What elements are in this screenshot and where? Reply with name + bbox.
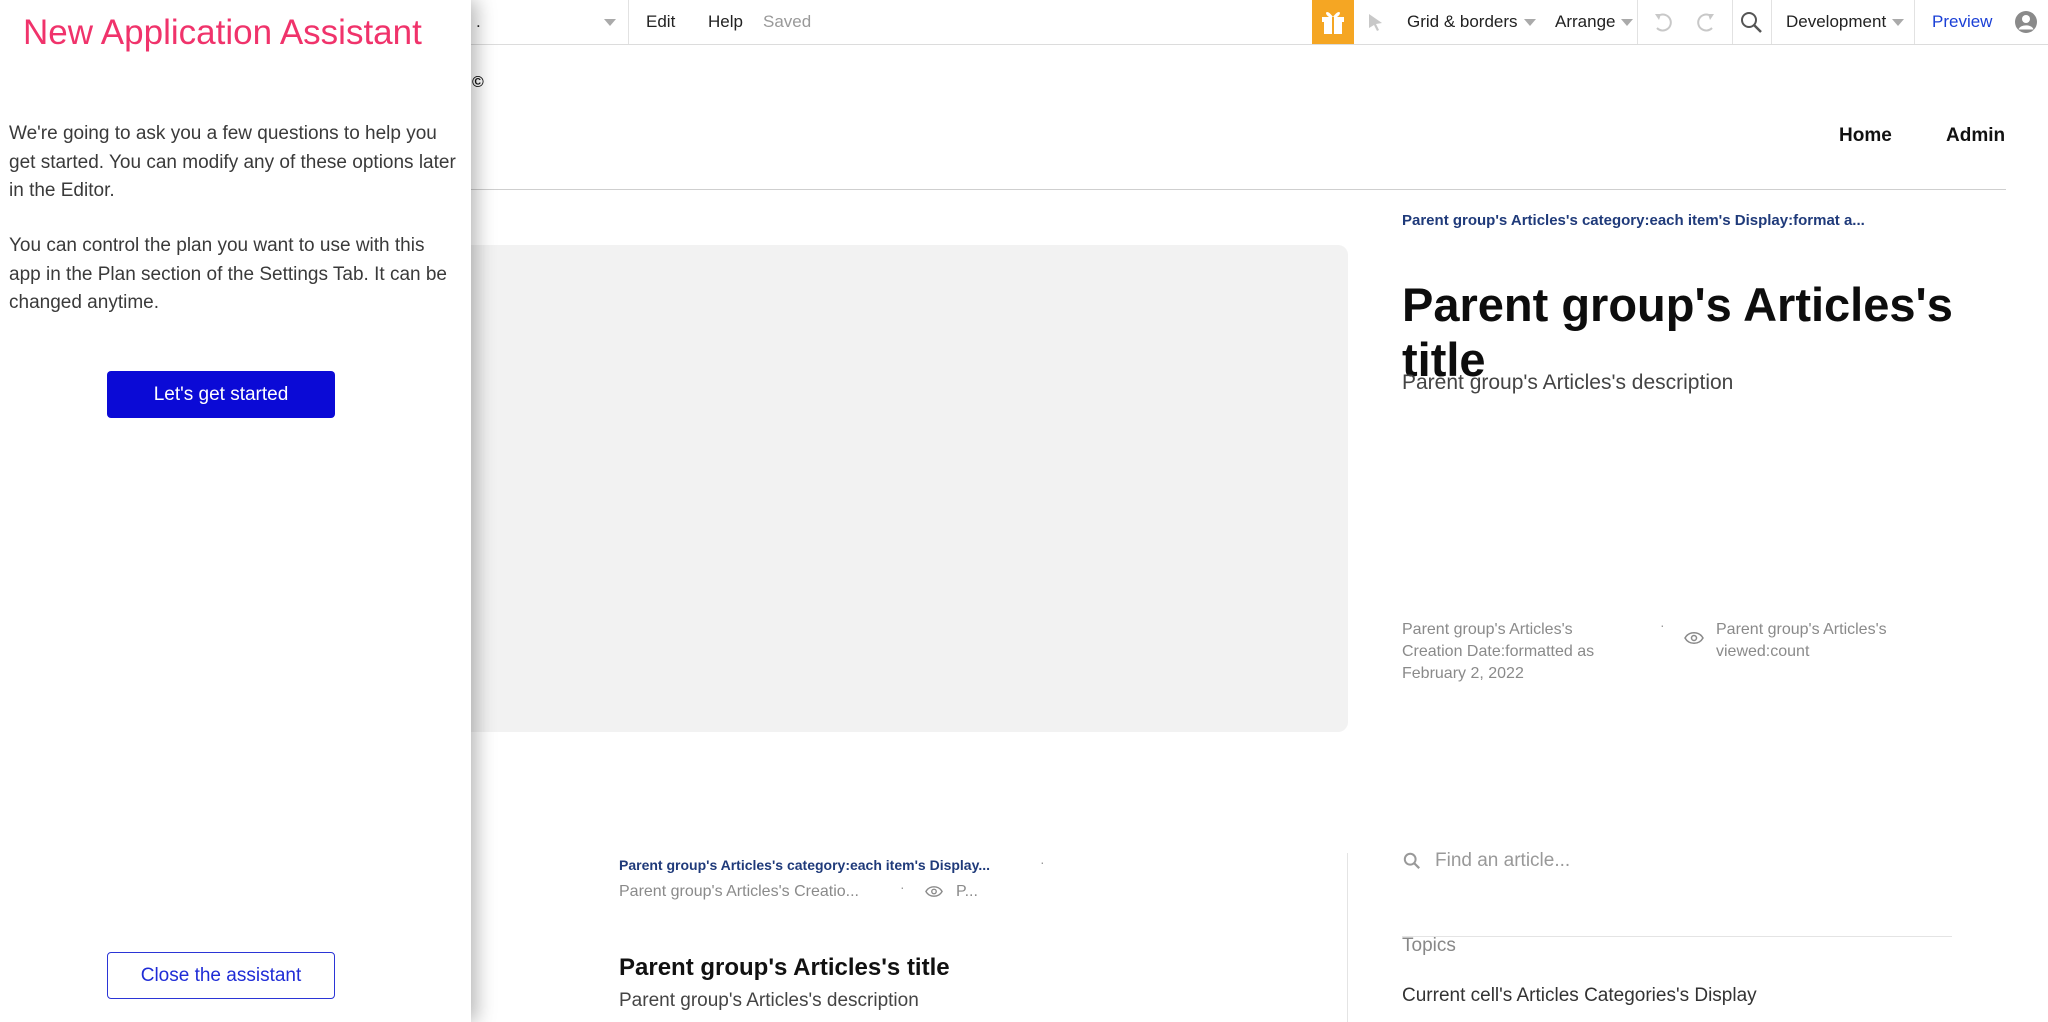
featured-creation-date: Parent group's Articles's Creation Date:… [1402,619,1632,685]
preview-button[interactable]: Preview [1932,0,1992,44]
featured-views: Parent group's Articles's viewed:count [1716,619,1946,663]
user-icon[interactable] [2014,10,2038,34]
list-item-category[interactable]: Parent group's Articles's category:each … [619,857,1019,873]
close-assistant-button[interactable]: Close the assistant [107,952,335,999]
meta-separator: · [1040,854,1045,870]
meta-separator: · [1660,617,1665,633]
topics-heading: Topics [1402,935,1456,956]
list-item-description: Parent group's Articles's description [619,990,919,1011]
arrange-label: Arrange [1555,12,1616,31]
undo-icon[interactable] [1651,10,1675,34]
new-application-assistant-panel: New Application Assistant We're going to… [0,0,471,1022]
page-dropdown[interactable]: . [476,0,481,44]
list-item-date: Parent group's Articles's Creatio... [619,883,859,900]
header-divider [470,189,2006,190]
assistant-title: New Application Assistant [23,13,422,52]
toolbar-divider [628,0,629,44]
featured-description: Parent group's Articles's description [1402,371,1734,394]
search-icon[interactable] [1739,10,1763,34]
eye-icon [925,886,943,897]
featured-image-placeholder [400,245,1348,732]
eye-icon [1684,632,1704,644]
toolbar-divider [1637,0,1638,44]
date-line: Creation Date:formatted as [1402,643,1595,660]
gift-icon [1322,11,1344,34]
date-line: February 2, 2022 [1402,665,1524,682]
date-line: Parent group's Articles's [1402,621,1573,638]
featured-category[interactable]: Parent group's Articles's category:each … [1402,212,1962,229]
views-line: viewed:count [1716,643,1810,660]
grid-borders-menu[interactable]: Grid & borders [1407,0,1536,44]
gift-button[interactable] [1312,0,1354,44]
arrange-menu[interactable]: Arrange [1555,0,1634,44]
page-dropdown-value: . [476,12,481,31]
lets-get-started-button[interactable]: Let's get started [107,371,335,418]
views-line: Parent group's Articles's [1716,621,1887,638]
search-icon [1403,852,1420,869]
redo-icon[interactable] [1694,10,1718,34]
article-search-input[interactable]: Find an article... [1435,850,1570,872]
toolbar-divider [1771,0,1772,44]
chevron-down-icon [1523,19,1536,27]
topic-item[interactable]: Current cell's Articles Categories's Dis… [1402,985,1757,1007]
chevron-down-icon [1621,19,1634,27]
list-item-views: P... [956,883,978,900]
saved-status: Saved [763,12,812,31]
grid-borders-label: Grid & borders [1407,12,1518,31]
list-item-title[interactable]: Parent group's Articles's title [619,954,950,982]
toolbar-divider [1732,0,1733,44]
help-menu[interactable]: Help [708,0,743,44]
assistant-plan-text: You can control the plan you want to use… [9,235,448,313]
content-divider [1347,853,1348,1022]
logo-mark: © [472,74,484,91]
environment-dropdown[interactable]: Development [1786,0,1905,44]
assistant-intro-text: We're going to ask you a few questions t… [9,123,456,201]
nav-admin-link[interactable]: Admin [1946,125,2005,147]
meta-separator: · [900,879,905,895]
chevron-down-icon [1892,19,1905,27]
pointer-icon[interactable] [1366,12,1386,32]
toolbar-divider [1914,0,1915,44]
edit-menu[interactable]: Edit [646,0,675,44]
search-underline [1402,936,1952,937]
page-dropdown-caret-icon[interactable] [604,19,616,26]
environment-label: Development [1786,12,1887,31]
nav-home-link[interactable]: Home [1839,125,1892,147]
